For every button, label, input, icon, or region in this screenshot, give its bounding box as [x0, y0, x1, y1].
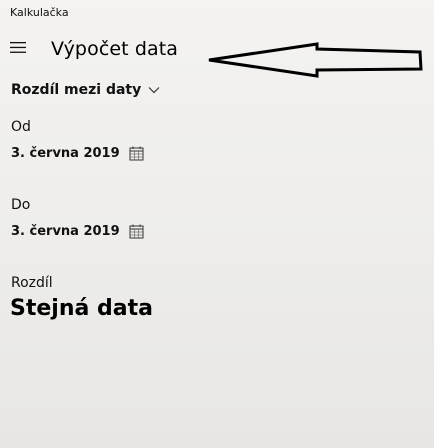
from-date-value: 3. června 2019	[11, 146, 120, 161]
difference-result: Stejná data	[10, 296, 153, 321]
arrow-left-icon	[208, 42, 423, 78]
calendar-icon	[129, 224, 144, 239]
page-title: Výpočet data	[51, 38, 179, 60]
hamburger-icon[interactable]	[10, 41, 26, 54]
to-date-value: 3. června 2019	[11, 224, 120, 239]
app-title: Kalkulačka	[10, 6, 69, 19]
from-label: Od	[11, 119, 31, 135]
to-label: Do	[11, 197, 31, 213]
date-mode-dropdown[interactable]: Rozdíl mezi daty	[11, 81, 160, 99]
from-date-picker[interactable]: 3. června 2019	[11, 145, 144, 162]
chevron-down-icon	[148, 87, 160, 94]
to-date-picker[interactable]: 3. června 2019	[11, 223, 144, 240]
date-mode-label: Rozdíl mezi daty	[11, 82, 142, 98]
difference-label: Rozdíl	[11, 275, 53, 291]
calendar-icon	[129, 146, 144, 161]
